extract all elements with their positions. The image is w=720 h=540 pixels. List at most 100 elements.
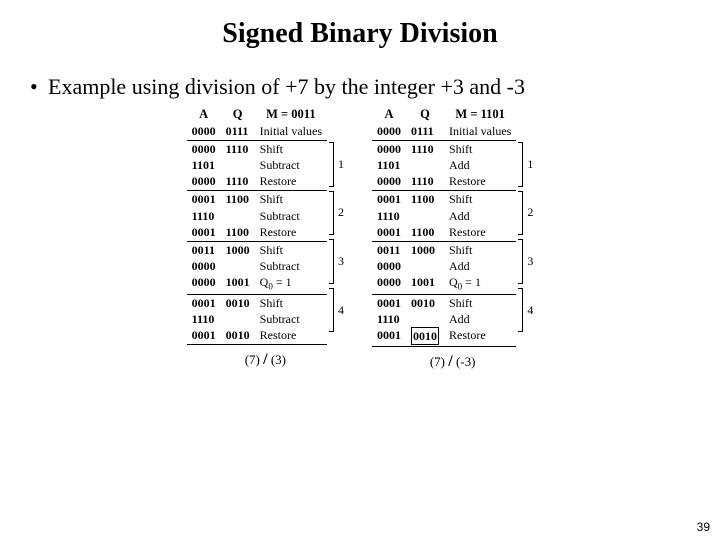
cell-a: 0000 bbox=[372, 258, 406, 274]
cell-op: Shift bbox=[255, 294, 327, 311]
right-table: AQM = 1101 0000 0111Initial values 0000 1110… bbox=[372, 106, 516, 348]
cell-q: 0111 bbox=[221, 123, 255, 141]
cell-a: 0001 bbox=[187, 294, 221, 311]
step-bracket: 1 bbox=[518, 140, 533, 189]
cell-q: 0010 bbox=[221, 294, 255, 311]
col-q: Q bbox=[221, 106, 255, 123]
right-caption-dividend: (7) bbox=[430, 354, 445, 369]
col-a: A bbox=[187, 106, 221, 123]
cell-op: Subtract bbox=[255, 208, 327, 224]
cell-a: 0001 bbox=[372, 294, 406, 311]
cell-q: 1100 bbox=[406, 191, 444, 208]
cell-q: 1000 bbox=[221, 241, 255, 258]
step-number: 4 bbox=[338, 303, 344, 318]
cell-op: Restore bbox=[444, 173, 516, 191]
cell-op: Shift bbox=[444, 241, 516, 258]
cell-op: Restore bbox=[255, 224, 327, 242]
step-bracket: 3 bbox=[518, 237, 533, 286]
cell-q: 0111 bbox=[406, 123, 444, 141]
step-bracket: 2 bbox=[518, 189, 533, 238]
step-number: 3 bbox=[338, 254, 344, 269]
cell-q: 1110 bbox=[406, 140, 444, 157]
cell-op: Q0 = 1 bbox=[444, 274, 516, 294]
cell-a: 0000 bbox=[187, 274, 221, 294]
cell-q bbox=[406, 157, 444, 173]
cell-a: 0000 bbox=[187, 258, 221, 274]
cell-op: Subtract bbox=[255, 157, 327, 173]
step-bracket: 1 bbox=[329, 140, 344, 189]
step-number: 3 bbox=[527, 254, 533, 269]
col-a: A bbox=[372, 106, 406, 123]
cell-op: Initial values bbox=[444, 123, 516, 141]
cell-q bbox=[406, 258, 444, 274]
cell-op: Q0 = 1 bbox=[255, 274, 327, 294]
cell-a: 0001 bbox=[187, 191, 221, 208]
cell-op: Subtract bbox=[255, 311, 327, 327]
cell-op: Restore bbox=[444, 224, 516, 242]
cell-q: 1000 bbox=[406, 241, 444, 258]
col-m: M = 1101 bbox=[444, 106, 516, 123]
cell-a: 1110 bbox=[187, 311, 221, 327]
step-bracket: 4 bbox=[518, 286, 533, 335]
cell-q bbox=[221, 311, 255, 327]
step-number: 4 bbox=[527, 303, 533, 318]
page-number: 39 bbox=[697, 520, 710, 534]
cell-q bbox=[221, 258, 255, 274]
left-caption-slash: / bbox=[263, 351, 267, 368]
cell-q: 1110 bbox=[406, 173, 444, 191]
step-bracket: 4 bbox=[329, 286, 344, 335]
left-caption: (7) / (3) bbox=[187, 351, 344, 369]
cell-op: Restore bbox=[255, 173, 327, 191]
step-number: 2 bbox=[338, 205, 344, 220]
right-caption-divisor: (-3) bbox=[456, 354, 476, 369]
right-brackets: 1 2 3 4 bbox=[518, 106, 533, 348]
cell-q: 1100 bbox=[221, 191, 255, 208]
cell-op: Add bbox=[444, 258, 516, 274]
left-caption-divisor: (3) bbox=[271, 352, 286, 367]
cell-q: 1110 bbox=[221, 173, 255, 191]
cell-op: Shift bbox=[444, 191, 516, 208]
cell-op: Add bbox=[444, 157, 516, 173]
col-q: Q bbox=[406, 106, 444, 123]
bullet-dot: • bbox=[30, 72, 48, 102]
cell-a: 1110 bbox=[372, 208, 406, 224]
step-number: 1 bbox=[338, 157, 344, 172]
cell-q: 1001 bbox=[406, 274, 444, 294]
cell-a: 1101 bbox=[187, 157, 221, 173]
cell-op: Shift bbox=[255, 140, 327, 157]
step-bracket: 3 bbox=[329, 237, 344, 286]
cell-op: Shift bbox=[444, 140, 516, 157]
bullet-line: •Example using division of +7 by the int… bbox=[48, 72, 690, 102]
step-number: 1 bbox=[527, 157, 533, 172]
cell-a: 0011 bbox=[187, 241, 221, 258]
cell-a: 0011 bbox=[372, 241, 406, 258]
cell-a: 0000 bbox=[187, 173, 221, 191]
cell-q bbox=[406, 311, 444, 327]
cell-a: 0000 bbox=[187, 123, 221, 141]
left-block: AQM = 001100000111Initial values00001110… bbox=[187, 106, 344, 372]
cell-a: 0000 bbox=[372, 274, 406, 294]
cell-q bbox=[406, 208, 444, 224]
left-table: AQM = 001100000111Initial values00001110… bbox=[187, 106, 327, 346]
col-m: M = 0011 bbox=[255, 106, 327, 123]
cell-q: 0010 bbox=[221, 327, 255, 345]
cell-q: 0010 bbox=[406, 294, 444, 311]
cell-q: 0010 bbox=[406, 327, 444, 347]
step-number: 2 bbox=[527, 205, 533, 220]
q0-label: Q0 = 1 bbox=[260, 275, 292, 289]
right-block: AQM = 110100000111Initial values00001110… bbox=[372, 106, 533, 372]
cell-op: Shift bbox=[255, 191, 327, 208]
cell-q bbox=[221, 208, 255, 224]
cell-op: Add bbox=[444, 311, 516, 327]
cell-a: 0001 bbox=[372, 327, 406, 347]
cell-a: 0000 bbox=[187, 140, 221, 157]
right-caption-slash: / bbox=[448, 353, 452, 370]
cell-a: 0001 bbox=[187, 224, 221, 242]
cell-q: 1001 bbox=[221, 274, 255, 294]
cell-q bbox=[221, 157, 255, 173]
cell-a: 0001 bbox=[187, 327, 221, 345]
cell-a: 0001 bbox=[372, 224, 406, 242]
bullet-text: Example using division of +7 by the inte… bbox=[48, 74, 525, 99]
cell-op: Restore bbox=[444, 327, 516, 347]
left-caption-dividend: (7) bbox=[245, 352, 260, 367]
